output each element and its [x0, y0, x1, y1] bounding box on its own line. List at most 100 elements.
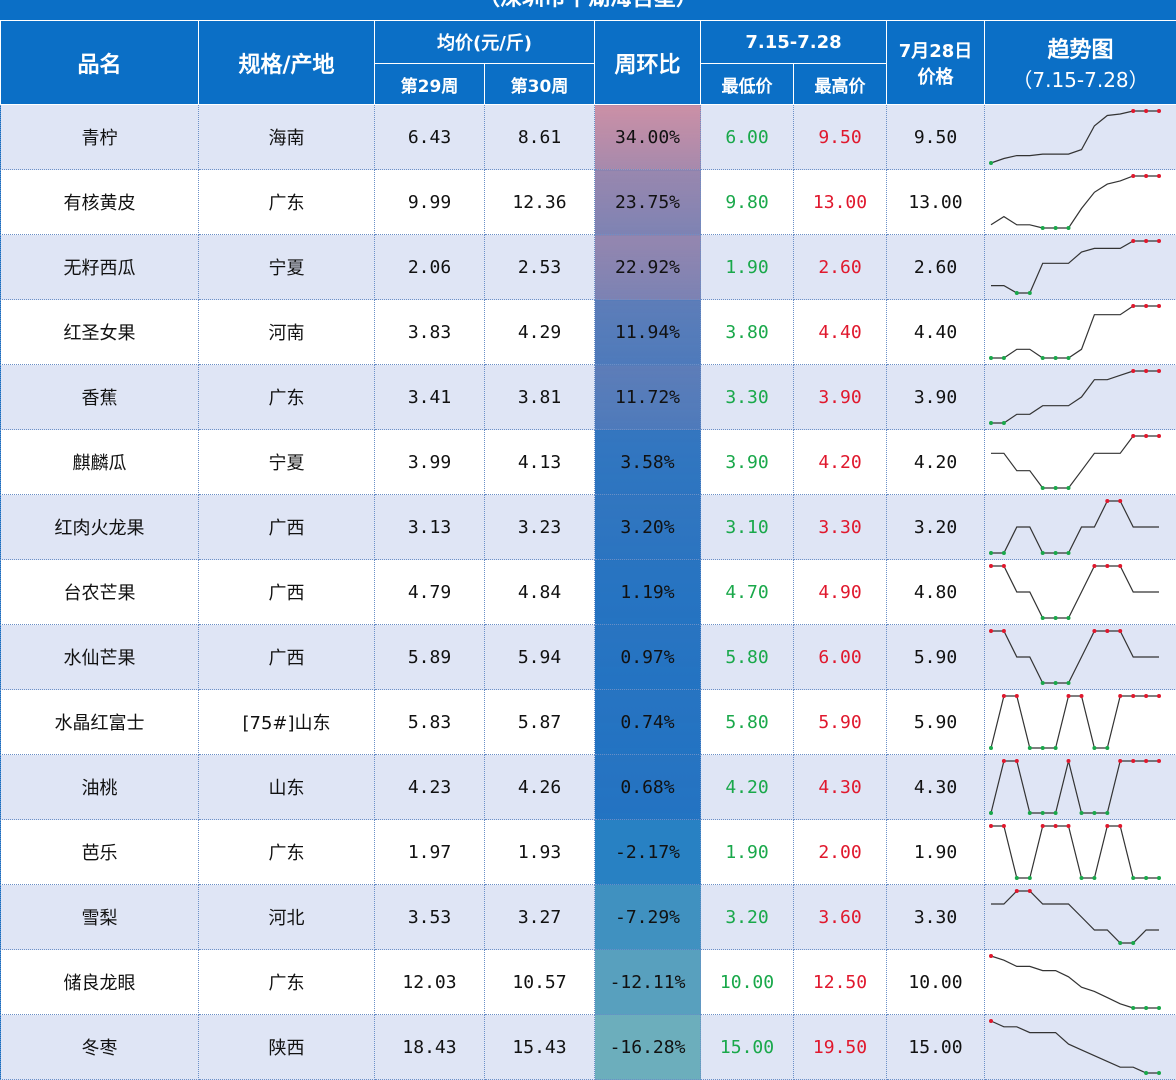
price-0728: 13.00: [886, 169, 986, 235]
sparkline-min-point: [1001, 421, 1006, 425]
week30-avg: 3.81: [484, 364, 595, 430]
week29-avg: 6.43: [374, 104, 485, 170]
table-row: 红肉火龙果 广西 3.13 3.23 3.20% 3.10 3.30 3.20: [0, 494, 1176, 560]
sparkline-max-point: [1144, 174, 1149, 178]
sparkline-max-point: [1118, 564, 1123, 568]
sparkline-line: [990, 110, 1160, 164]
product-name: 青柠: [0, 104, 199, 170]
sparkline-max-point: [1001, 694, 1006, 698]
trend-sparkline: [984, 299, 1176, 365]
min-price: 6.00: [700, 104, 794, 170]
sparkline-max-point: [1001, 629, 1006, 633]
sparkline-min-point: [1131, 941, 1136, 945]
trend-sparkline: [984, 689, 1176, 755]
max-price: 4.30: [792, 754, 888, 820]
week-over-week: 1.19%: [594, 559, 701, 625]
week30-avg: 3.27: [484, 884, 595, 950]
week29-avg: 3.53: [374, 884, 485, 950]
sparkline-min-point: [1092, 876, 1097, 880]
week29-avg: 5.83: [374, 689, 485, 755]
sparkline-min-point: [1079, 876, 1084, 880]
sparkline-svg: [991, 889, 1160, 945]
sparkline-min-point: [1131, 876, 1136, 880]
sparkline-max-point: [1131, 694, 1136, 698]
max-price: 3.90: [792, 364, 888, 430]
sparkline-svg: [989, 694, 1162, 750]
sparkline-min-point: [989, 356, 994, 360]
header-week29: 第29周: [374, 63, 485, 105]
sparkline-min-point: [1066, 226, 1071, 230]
subtitle-strip: （深圳市平湖海吉星）: [0, 0, 1176, 20]
min-price: 3.20: [700, 884, 794, 950]
product-name: 香蕉: [0, 364, 199, 430]
sparkline-svg: [989, 564, 1160, 620]
price-0728: 5.90: [886, 624, 986, 690]
sparkline-max-point: [1157, 174, 1162, 178]
sparkline-max-point: [1079, 694, 1084, 698]
week29-avg: 3.41: [374, 364, 485, 430]
sparkline-line: [991, 240, 1160, 294]
sparkline-min-point: [1144, 1006, 1149, 1010]
week30-avg: 10.57: [484, 949, 595, 1015]
sparkline-max-point: [1014, 889, 1019, 893]
header-low-price: 最低价: [700, 63, 794, 105]
product-spec: 陕西: [198, 1014, 375, 1080]
sparkline-min-point: [1040, 551, 1045, 555]
sparkline-min-point: [1092, 746, 1097, 750]
product-name: 冬枣: [0, 1014, 199, 1080]
week29-avg: 4.79: [374, 559, 485, 625]
sparkline-min-point: [1144, 876, 1149, 880]
header-trend-range: （7.15-7.28）: [1012, 68, 1149, 92]
week-over-week: 3.58%: [594, 429, 701, 495]
sparkline-max-point: [1105, 499, 1110, 503]
price-0728: 1.90: [886, 819, 986, 885]
week29-avg: 4.23: [374, 754, 485, 820]
sparkline-max-point: [1144, 369, 1149, 373]
sparkline-min-point: [989, 161, 994, 165]
sparkline-max-point: [1118, 499, 1123, 503]
sparkline-min-point: [1040, 226, 1045, 230]
trend-sparkline: [984, 624, 1176, 690]
min-price: 3.90: [700, 429, 794, 495]
sparkline-line: [991, 500, 1160, 554]
trend-sparkline: [984, 884, 1176, 950]
trend-sparkline: [984, 169, 1176, 235]
min-price: 10.00: [700, 949, 794, 1015]
product-spec: 河南: [198, 299, 375, 365]
sparkline-max-point: [1157, 304, 1162, 308]
sparkline-min-point: [1027, 811, 1032, 815]
week-over-week: 22.92%: [594, 234, 701, 300]
sparkline-max-point: [1118, 824, 1123, 828]
sparkline-max-point: [1066, 824, 1071, 828]
sparkline-line: [990, 175, 1160, 229]
week29-avg: 2.06: [374, 234, 485, 300]
price-0728: 3.30: [886, 884, 986, 950]
sparkline-max-point: [1066, 694, 1071, 698]
product-spec: 海南: [198, 104, 375, 170]
min-price: 1.90: [700, 819, 794, 885]
price-0728: 3.90: [886, 364, 986, 430]
sparkline-svg: [989, 109, 1162, 165]
sparkline-min-point: [1001, 356, 1006, 360]
max-price: 19.50: [792, 1014, 888, 1080]
sparkline-line: [991, 825, 1160, 879]
table-row: 雪梨 河北 3.53 3.27 -7.29% 3.20 3.60 3.30: [0, 884, 1176, 950]
header-price-label: 价格: [917, 66, 954, 88]
max-price: 5.90: [792, 689, 888, 755]
sparkline-max-point: [1144, 239, 1149, 243]
product-spec: 广东: [198, 819, 375, 885]
week-over-week: -16.28%: [594, 1014, 701, 1080]
sparkline-max-point: [1144, 434, 1149, 438]
sparkline-max-point: [1157, 759, 1162, 763]
sparkline-svg: [989, 499, 1160, 555]
week29-avg: 18.43: [374, 1014, 485, 1080]
sparkline-svg: [989, 759, 1162, 815]
min-price: 1.90: [700, 234, 794, 300]
max-price: 4.90: [792, 559, 888, 625]
header-week-over-week: 周环比: [594, 20, 701, 105]
sparkline-max-point: [1131, 239, 1136, 243]
sparkline-min-point: [1001, 551, 1006, 555]
sparkline-min-point: [1053, 226, 1058, 230]
max-price: 9.50: [792, 104, 888, 170]
product-name: 台农芒果: [0, 559, 199, 625]
